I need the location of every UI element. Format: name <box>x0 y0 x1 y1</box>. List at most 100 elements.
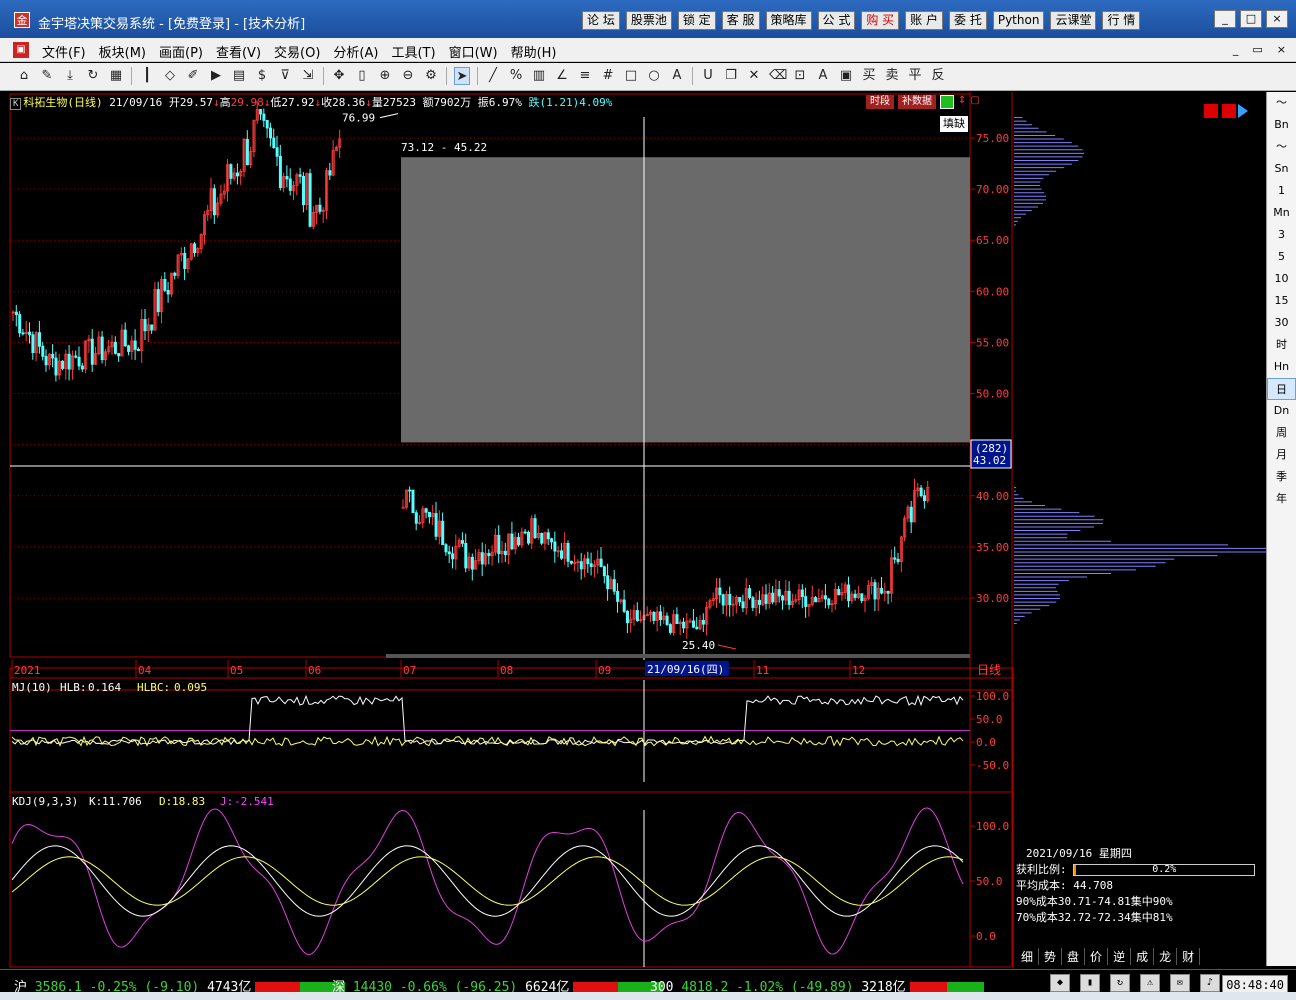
zoom-out-icon[interactable]: ⊖ <box>400 67 416 85</box>
percent-icon[interactable]: % <box>508 67 524 85</box>
magnet-icon[interactable]: U <box>700 67 716 85</box>
export-icon[interactable]: ⇲ <box>300 67 316 85</box>
period-button-5[interactable]: Mn <box>1267 202 1296 224</box>
chip-tab-1[interactable]: 势 <box>1039 948 1063 965</box>
menu-item-1[interactable]: 板块(M) <box>99 42 146 61</box>
delete-icon[interactable]: ✕ <box>746 67 762 85</box>
chip-mode2-icon[interactable] <box>1222 104 1236 118</box>
status-green-icon[interactable] <box>940 95 954 109</box>
period-button-14[interactable]: Dn <box>1267 400 1296 422</box>
top-button-11[interactable]: 行 情 <box>1102 11 1141 30</box>
chip-tab-4[interactable]: 逆 <box>1108 948 1132 965</box>
chip-tab-6[interactable]: 龙 <box>1154 948 1178 965</box>
period-button-12[interactable]: Hn <box>1267 356 1296 378</box>
period-button-1[interactable]: Bn <box>1267 114 1296 136</box>
reverse-button[interactable]: 反 <box>930 67 946 85</box>
color-icon[interactable]: A <box>815 67 831 85</box>
chip-tab-0[interactable]: 细 <box>1016 948 1040 965</box>
top-button-9[interactable]: Python <box>992 11 1045 30</box>
database-icon[interactable]: ▮ <box>1080 974 1100 992</box>
maximize-button[interactable]: □ <box>1240 10 1262 28</box>
circle-icon[interactable]: ○ <box>646 67 662 85</box>
fill-data-button[interactable]: 补数据 <box>898 95 936 109</box>
top-button-8[interactable]: 委 托 <box>949 11 987 30</box>
top-button-7[interactable]: 账 户 <box>905 11 943 30</box>
menu-item-2[interactable]: 画面(P) <box>159 42 203 61</box>
save-icon[interactable]: ▣ <box>838 67 854 85</box>
sell-button[interactable]: 卖 <box>884 67 900 85</box>
period-button-2[interactable]: 〜 <box>1267 136 1296 158</box>
trash-icon[interactable]: ⌫ <box>769 67 787 85</box>
menu-item-6[interactable]: 工具(T) <box>391 42 435 61</box>
candles-icon[interactable]: ┃ <box>139 67 155 85</box>
zoom-in-icon[interactable]: ⊕ <box>377 67 393 85</box>
period-button-16[interactable]: 月 <box>1267 444 1296 466</box>
mdi-minimize-button[interactable]: _ <box>1233 43 1239 56</box>
top-button-4[interactable]: 策略库 <box>765 11 812 30</box>
period-button-8[interactable]: 10 <box>1267 268 1296 290</box>
chip-mode-icon[interactable] <box>1204 104 1218 118</box>
buy-button[interactable]: 买 <box>861 67 877 85</box>
diamond-icon[interactable]: ◇ <box>162 67 178 85</box>
time-segment-button[interactable]: 时段 <box>866 95 894 109</box>
lock-icon[interactable]: ⊡ <box>792 67 808 85</box>
grid-icon[interactable]: ▦ <box>108 67 124 85</box>
top-button-2[interactable]: 锁 定 <box>677 11 716 30</box>
home-icon[interactable]: ⌂ <box>16 67 32 85</box>
chip-tab-5[interactable]: 成 <box>1131 948 1155 965</box>
fill-gap-button[interactable]: 填缺 <box>940 116 968 132</box>
period-button-4[interactable]: 1 <box>1267 180 1296 202</box>
top-button-10[interactable]: 云课堂 <box>1050 11 1097 30</box>
sound-icon[interactable]: ♪ <box>1200 974 1220 992</box>
top-button-1[interactable]: 股票池 <box>625 11 672 30</box>
close-button[interactable]: × <box>1266 10 1288 28</box>
period-button-6[interactable]: 3 <box>1267 224 1296 246</box>
chart-area[interactable]: 75.0070.0065.0060.0055.0050.0045.0040.00… <box>0 92 1266 969</box>
period-button-7[interactable]: 5 <box>1267 246 1296 268</box>
pen-icon[interactable]: ✎ <box>39 67 55 85</box>
period-button-15[interactable]: 周 <box>1267 422 1296 444</box>
period-button-10[interactable]: 30 <box>1267 312 1296 334</box>
download-icon[interactable]: ⤓ <box>62 67 78 85</box>
line-icon[interactable]: ╱ <box>485 67 501 85</box>
top-button-0[interactable]: 论 坛 <box>582 11 620 30</box>
mdi-close-button[interactable]: × <box>1277 43 1286 56</box>
menu-item-5[interactable]: 分析(A) <box>333 42 378 61</box>
rect-icon[interactable]: □ <box>623 67 639 85</box>
filter-icon[interactable]: ⊽ <box>277 67 293 85</box>
period-button-3[interactable]: Sn <box>1267 158 1296 180</box>
menu-item-4[interactable]: 交易(O) <box>274 42 320 61</box>
period-button-9[interactable]: 15 <box>1267 290 1296 312</box>
message-icon[interactable]: ✉ <box>1170 974 1190 992</box>
chip-tab-3[interactable]: 价 <box>1085 948 1109 965</box>
sync-icon[interactable]: ↻ <box>1110 974 1130 992</box>
refresh-icon[interactable]: ↻ <box>85 67 101 85</box>
edit-icon[interactable]: ✐ <box>185 67 201 85</box>
gap-zone[interactable] <box>401 157 970 443</box>
play-icon[interactable]: ▶ <box>208 67 224 85</box>
minimize-button[interactable]: _ <box>1214 10 1236 28</box>
cursor-icon[interactable]: ➤ <box>454 67 470 85</box>
top-button-6[interactable]: 购 买 <box>861 11 900 30</box>
menu-item-0[interactable]: 文件(F) <box>42 42 86 61</box>
dollar-icon[interactable]: $ <box>254 67 270 85</box>
period-button-13[interactable]: 日 <box>1267 378 1296 400</box>
period-button-18[interactable]: 年 <box>1267 488 1296 510</box>
gridline-icon[interactable]: # <box>600 67 616 85</box>
chart-scrollbar[interactable] <box>386 654 970 658</box>
window-box-icon[interactable]: ▢ <box>970 95 979 109</box>
mdi-restore-button[interactable]: ▭ <box>1252 43 1262 56</box>
menu-item-8[interactable]: 帮助(H) <box>511 42 557 61</box>
gear-icon[interactable]: ⚙ <box>423 67 439 85</box>
top-button-5[interactable]: 公 式 <box>817 11 856 30</box>
bar-icon[interactable]: ▯ <box>354 67 370 85</box>
angle-icon[interactable]: ∠ <box>554 67 570 85</box>
doc-icon[interactable]: ▤ <box>231 67 247 85</box>
chip-tab-2[interactable]: 盘 <box>1062 948 1086 965</box>
period-button-11[interactable]: 时 <box>1267 334 1296 356</box>
arrow-icon[interactable]: ⇕ <box>958 95 966 109</box>
period-button-17[interactable]: 季 <box>1267 466 1296 488</box>
chip-play-icon[interactable] <box>1238 104 1248 118</box>
period-button-0[interactable]: 〜 <box>1267 92 1296 114</box>
flat-button[interactable]: 平 <box>907 67 923 85</box>
